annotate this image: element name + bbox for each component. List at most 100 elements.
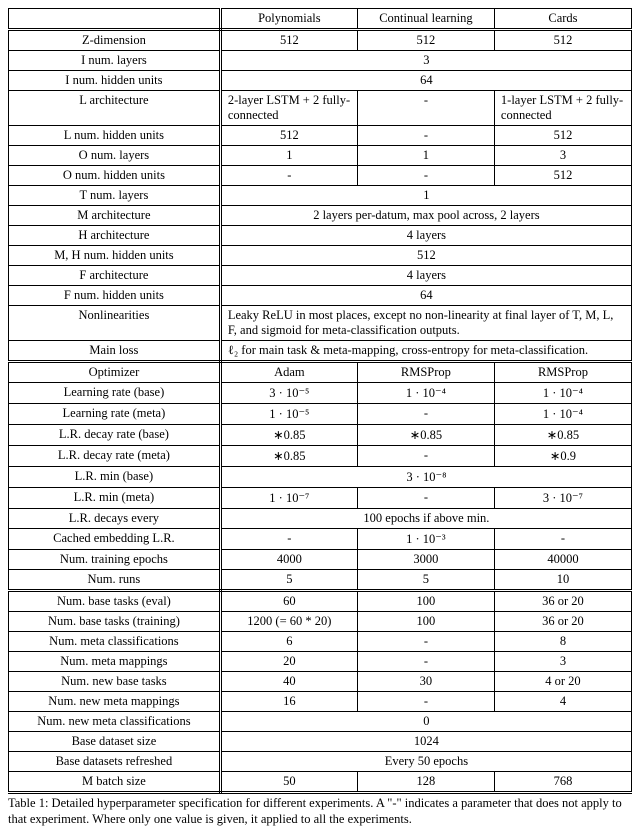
cell: 1200 (= 60 * 20) xyxy=(220,612,357,632)
row-label: Num. new meta mappings xyxy=(9,692,221,712)
cell-span: 4 layers xyxy=(220,226,631,246)
cell: 4 or 20 xyxy=(494,672,631,692)
cell: 36 or 20 xyxy=(494,612,631,632)
row-label: Num. base tasks (eval) xyxy=(9,591,221,612)
table-row: I num. layers 3 xyxy=(9,51,632,71)
table-row: Z-dimension 512 512 512 xyxy=(9,30,632,51)
cell: 1-layer LSTM + 2 fully-connected xyxy=(494,91,631,126)
table-row: Learning rate (base) 3 · 10⁻⁵ 1 · 10⁻⁴ 1… xyxy=(9,383,632,404)
cell: 3000 xyxy=(357,550,494,570)
col-continual-learning: Continual learning xyxy=(357,9,494,30)
cell: 512 xyxy=(494,30,631,51)
row-label: Nonlinearities xyxy=(9,306,221,341)
row-label: O num. hidden units xyxy=(9,166,221,186)
table-row: Num. new meta mappings 16 - 4 xyxy=(9,692,632,712)
cell: ∗0.85 xyxy=(494,425,631,446)
row-label: Num. runs xyxy=(9,570,221,591)
row-label: Cached embedding L.R. xyxy=(9,529,221,550)
cell: 36 or 20 xyxy=(494,591,631,612)
table-row: M architecture 2 layers per-datum, max p… xyxy=(9,206,632,226)
table-caption: Table 1: Detailed hyperparameter specifi… xyxy=(8,796,632,827)
table-row: L architecture 2-layer LSTM + 2 fully-co… xyxy=(9,91,632,126)
cell: 512 xyxy=(220,30,357,51)
row-label: L num. hidden units xyxy=(9,126,221,146)
row-label: L.R. decay rate (base) xyxy=(9,425,221,446)
cell: 2-layer LSTM + 2 fully-connected xyxy=(220,91,357,126)
cell: 100 xyxy=(357,591,494,612)
cell: 1 · 10⁻³ xyxy=(357,529,494,550)
cell: Adam xyxy=(220,362,357,383)
cell: - xyxy=(357,166,494,186)
cell-span: 1 xyxy=(220,186,631,206)
table-row: L num. hidden units 512 - 512 xyxy=(9,126,632,146)
cell: ∗0.85 xyxy=(357,425,494,446)
row-label: Num. meta mappings xyxy=(9,652,221,672)
table-row: Base datasets refreshed Every 50 epochs xyxy=(9,752,632,772)
table-row: Main loss ℓ₂ for main task & meta-mappin… xyxy=(9,341,632,362)
cell: 512 xyxy=(494,126,631,146)
table-row: Optimizer Adam RMSProp RMSProp xyxy=(9,362,632,383)
row-label: L architecture xyxy=(9,91,221,126)
cell: 512 xyxy=(494,166,631,186)
cell: 512 xyxy=(357,30,494,51)
row-label: Base dataset size xyxy=(9,732,221,752)
table-row: Num. meta classifications 6 - 8 xyxy=(9,632,632,652)
col-polynomials: Polynomials xyxy=(220,9,357,30)
row-label: Num. base tasks (training) xyxy=(9,612,221,632)
cell-span: 100 epochs if above min. xyxy=(220,509,631,529)
cell: 768 xyxy=(494,772,631,793)
cell: 128 xyxy=(357,772,494,793)
table-row: Num. runs 5 5 10 xyxy=(9,570,632,591)
row-label: L.R. decay rate (meta) xyxy=(9,446,221,467)
cell: 6 xyxy=(220,632,357,652)
cell-span: 3 xyxy=(220,51,631,71)
table-row: T num. layers 1 xyxy=(9,186,632,206)
cell: 1 · 10⁻⁴ xyxy=(357,383,494,404)
row-label: T num. layers xyxy=(9,186,221,206)
cell: ∗0.85 xyxy=(220,446,357,467)
cell: 3 xyxy=(494,652,631,672)
table-row: Num. training epochs 4000 3000 40000 xyxy=(9,550,632,570)
row-label: M, H num. hidden units xyxy=(9,246,221,266)
row-label: L.R. min (base) xyxy=(9,467,221,488)
table-row: Num. base tasks (training) 1200 (= 60 * … xyxy=(9,612,632,632)
col-cards: Cards xyxy=(494,9,631,30)
row-label: Optimizer xyxy=(9,362,221,383)
cell: ∗0.9 xyxy=(494,446,631,467)
hyperparameter-table: Polynomials Continual learning Cards Z-d… xyxy=(8,8,632,794)
table-row: F architecture 4 layers xyxy=(9,266,632,286)
cell: - xyxy=(357,91,494,126)
cell: 16 xyxy=(220,692,357,712)
cell: 5 xyxy=(220,570,357,591)
cell: 3 · 10⁻⁵ xyxy=(220,383,357,404)
cell: 100 xyxy=(357,612,494,632)
cell-span: 64 xyxy=(220,286,631,306)
cell: 40 xyxy=(220,672,357,692)
table-row: Nonlinearities Leaky ReLU in most places… xyxy=(9,306,632,341)
cell: 1 xyxy=(357,146,494,166)
cell-span: ℓ₂ for main task & meta-mapping, cross-e… xyxy=(220,341,631,362)
table-row: O num. hidden units - - 512 xyxy=(9,166,632,186)
cell: 5 xyxy=(357,570,494,591)
table-row: Cached embedding L.R. - 1 · 10⁻³ - xyxy=(9,529,632,550)
cell: 3 · 10⁻⁷ xyxy=(494,488,631,509)
cell: 512 xyxy=(220,126,357,146)
table-row: Base dataset size 1024 xyxy=(9,732,632,752)
cell: 1 · 10⁻⁴ xyxy=(494,404,631,425)
table-row: H architecture 4 layers xyxy=(9,226,632,246)
cell: 4000 xyxy=(220,550,357,570)
table-row: L.R. decay rate (meta) ∗0.85 - ∗0.9 xyxy=(9,446,632,467)
cell: - xyxy=(220,166,357,186)
row-label: H architecture xyxy=(9,226,221,246)
cell: 40000 xyxy=(494,550,631,570)
row-label: L.R. decays every xyxy=(9,509,221,529)
table-row: Learning rate (meta) 1 · 10⁻⁵ - 1 · 10⁻⁴ xyxy=(9,404,632,425)
table-row: Num. new meta classifications 0 xyxy=(9,712,632,732)
cell: RMSProp xyxy=(357,362,494,383)
row-label: I num. hidden units xyxy=(9,71,221,91)
cell: - xyxy=(357,126,494,146)
cell: 1 · 10⁻⁴ xyxy=(494,383,631,404)
cell: 1 xyxy=(220,146,357,166)
cell-span: 64 xyxy=(220,71,631,91)
table-row: O num. layers 1 1 3 xyxy=(9,146,632,166)
